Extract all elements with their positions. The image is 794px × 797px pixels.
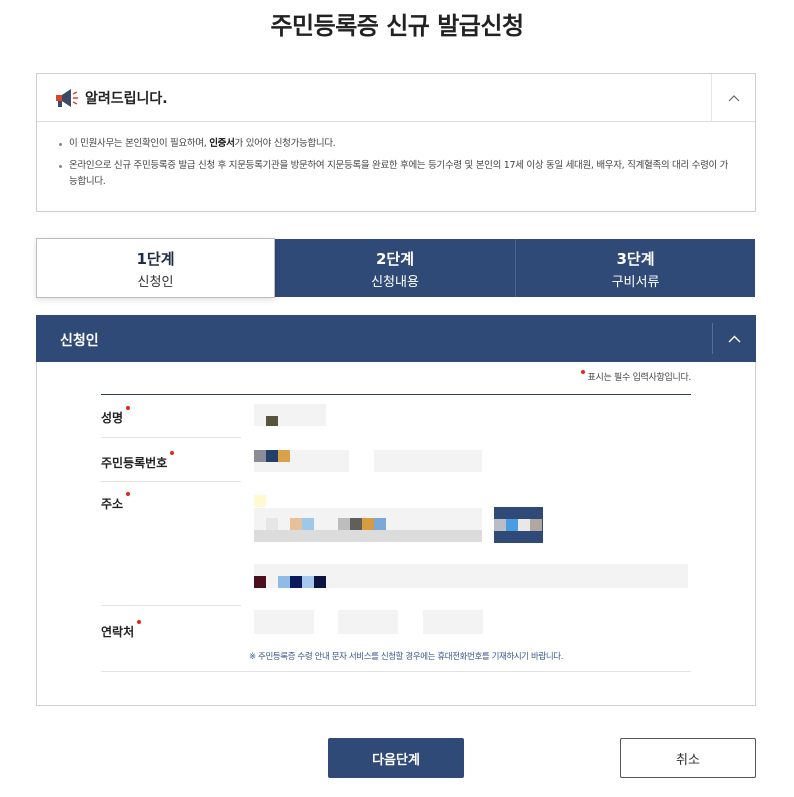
address-detail-field[interactable] — [254, 564, 688, 588]
step-1-active: 1단계 신청인 — [36, 238, 275, 298]
megaphone-icon — [53, 86, 79, 110]
notice-header[interactable]: 알려드립니다. — [37, 74, 755, 122]
address-field[interactable] — [254, 508, 482, 542]
applicant-form: 표시는 필수 입력사항입니다. 성명 주민등록번호 주소 연락처 ※ 주민등록증… — [36, 362, 756, 706]
rrn-label: 주민등록번호 — [101, 451, 175, 471]
contact-label: 연락처 — [101, 620, 142, 640]
rrn-front-field[interactable] — [254, 450, 349, 472]
phone-part-2-field[interactable] — [338, 610, 398, 634]
name-label: 성명 — [101, 406, 131, 426]
sms-hint-text: ※ 주민등록증 수령 안내 문자 서비스를 신청할 경우에는 휴대전화번호를 기… — [249, 652, 564, 662]
name-field — [254, 404, 326, 426]
row-divider — [101, 605, 241, 606]
notice-body: 이 민원사무는 본인확인이 필요하며, 인증서가 있어야 신청가능합니다. 온라… — [37, 122, 755, 190]
notice-title: 알려드립니다. — [85, 91, 168, 107]
rrn-back-field[interactable] — [374, 450, 482, 472]
row-divider — [101, 437, 241, 438]
row-divider — [101, 481, 241, 482]
form-divider — [101, 394, 691, 395]
panel-collapse-button[interactable] — [712, 323, 756, 354]
required-note: 표시는 필수 입력사항입니다. — [580, 370, 691, 383]
chevron-up-icon — [728, 95, 739, 102]
notice-box: 알려드립니다. 이 민원사무는 본인확인이 필요하며, 인증서가 있어야 신청가… — [36, 73, 756, 212]
phone-part-1-field[interactable] — [254, 610, 314, 634]
address-search-button[interactable] — [494, 507, 543, 543]
required-dot-icon — [580, 370, 585, 374]
notice-item-1: 이 민원사무는 본인확인이 필요하며, 인증서가 있어야 신청가능합니다. — [57, 136, 735, 152]
phone-part-3-field[interactable] — [423, 610, 483, 634]
page-title: 주민등록증 신규 발급신청 — [270, 12, 524, 40]
applicant-panel-header[interactable]: 신청인 — [36, 315, 756, 362]
step-2: 2단계 신청내용 — [371, 250, 419, 290]
step-3: 3단계 구비서류 — [515, 239, 755, 297]
form-bottom-divider — [101, 671, 691, 672]
chevron-up-icon — [728, 335, 741, 342]
step-indicator: 2단계 신청내용 3단계 구비서류 1단계 신청인 — [36, 238, 755, 298]
next-step-button[interactable]: 다음단계 — [328, 738, 464, 778]
panel-title: 신청인 — [60, 333, 99, 349]
notice-item-2: 온라인으로 신규 주민등록증 발급 신청 후 지문등록기관을 방문하여 지문등록… — [57, 158, 735, 190]
address-label: 주소 — [101, 492, 131, 512]
postal-code-icon — [254, 495, 266, 507]
notice-collapse-button[interactable] — [711, 74, 755, 122]
cancel-button[interactable]: 취소 — [620, 738, 756, 778]
